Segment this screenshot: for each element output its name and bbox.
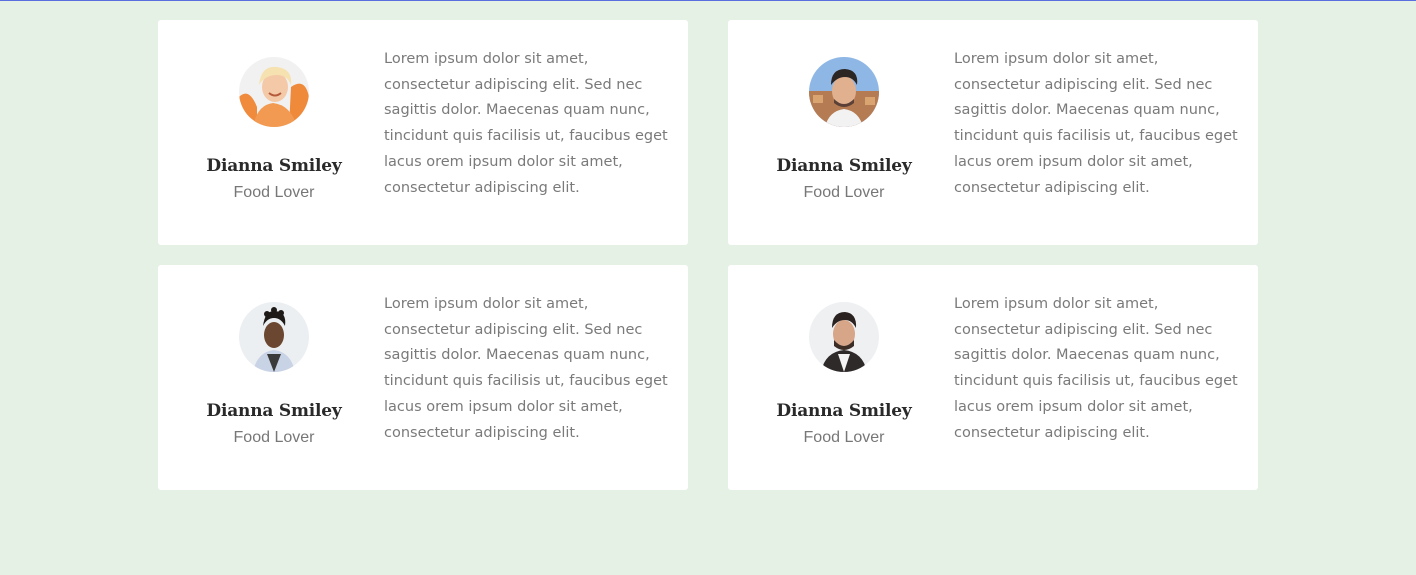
testimonial-profile: Dianna Smiley Food Lover — [768, 302, 920, 448]
avatar-photo-man — [809, 302, 879, 372]
testimonial-quote: Lorem ipsum dolor sit amet, consectetur … — [954, 296, 1238, 441]
avatar-photo-man — [809, 57, 879, 127]
testimonial-card: Dianna Smiley Food Lover Lorem ipsum dol… — [728, 20, 1258, 245]
avatar-photo-woman — [239, 57, 309, 127]
testimonial-profile: Dianna Smiley Food Lover — [768, 57, 920, 203]
avatar — [239, 302, 309, 372]
avatar — [239, 57, 309, 127]
avatar — [809, 57, 879, 127]
testimonial-name: Dianna Smiley — [206, 401, 342, 421]
testimonial-quote: Lorem ipsum dolor sit amet, consectetur … — [384, 51, 668, 196]
testimonial-profile: Dianna Smiley Food Lover — [198, 57, 350, 203]
top-border-line — [0, 0, 1416, 1]
testimonial-role: Food Lover — [233, 429, 315, 446]
testimonial-card: Dianna Smiley Food Lover Lorem ipsum dol… — [728, 265, 1258, 490]
avatar-photo-man — [239, 302, 309, 372]
testimonial-role: Food Lover — [233, 184, 315, 201]
testimonial-card: Dianna Smiley Food Lover Lorem ipsum dol… — [158, 265, 688, 490]
testimonial-role: Food Lover — [803, 429, 885, 446]
testimonial-name: Dianna Smiley — [776, 156, 912, 176]
testimonial-role: Food Lover — [803, 184, 885, 201]
testimonial-name: Dianna Smiley — [776, 401, 912, 421]
testimonial-profile: Dianna Smiley Food Lover — [198, 302, 350, 448]
testimonial-card: Dianna Smiley Food Lover Lorem ipsum dol… — [158, 20, 688, 245]
avatar — [809, 302, 879, 372]
testimonials-grid: Dianna Smiley Food Lover Lorem ipsum dol… — [158, 20, 1258, 490]
testimonial-name: Dianna Smiley — [206, 156, 342, 176]
testimonial-quote: Lorem ipsum dolor sit amet, consectetur … — [954, 51, 1238, 196]
testimonial-quote: Lorem ipsum dolor sit amet, consectetur … — [384, 296, 668, 441]
